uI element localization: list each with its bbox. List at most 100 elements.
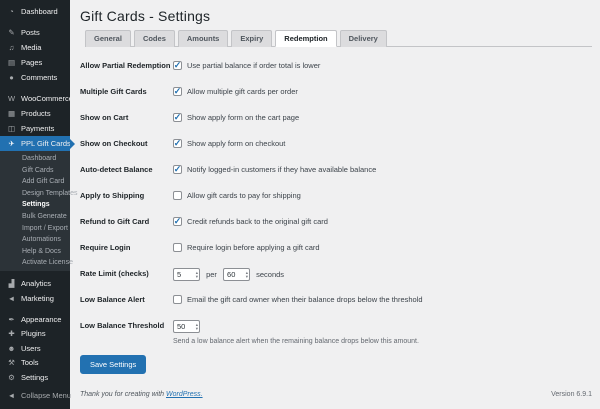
checkbox[interactable]: ✓ xyxy=(173,165,182,174)
tab-redemption[interactable]: Redemption xyxy=(275,30,336,47)
checkbox-label: Notify logged-in customers if they have … xyxy=(187,164,376,175)
tab-codes[interactable]: Codes xyxy=(134,30,175,47)
save-settings-button[interactable]: Save Settings xyxy=(80,355,146,374)
spinner-down-icon: ▾ xyxy=(196,275,198,279)
setting-label: Allow Partial Redemption xyxy=(80,60,173,71)
checkbox-label: Show apply form on checkout xyxy=(187,138,285,149)
sidebar-item-payments[interactable]: ◫ Payments xyxy=(0,121,70,136)
sidebar-item-pages[interactable]: ▤ Pages xyxy=(0,55,70,70)
setting-row-refund-to-gift-card: Refund to Gift Card ✓ Credit refunds bac… xyxy=(80,216,592,242)
tab-expiry[interactable]: Expiry xyxy=(231,30,272,47)
checkbox[interactable]: ✓ xyxy=(173,87,182,96)
checkmark-icon: ✓ xyxy=(174,61,182,69)
checkmark-icon: ✓ xyxy=(174,139,182,147)
sidebar-item-appearance[interactable]: ✒ Appearance xyxy=(0,312,70,327)
number-spinner[interactable]: ▴ ▾ xyxy=(196,271,198,278)
sidebar-item-posts[interactable]: ✎ Posts xyxy=(0,25,70,40)
checkbox[interactable]: ✓ xyxy=(173,139,182,148)
setting-row-rate-limit: Rate Limit (checks) 5 ▴ ▾ per 60 ▴ ▾ xyxy=(80,268,592,294)
submenu-item-help-docs[interactable]: Help & Docs xyxy=(0,246,70,258)
submenu-item-activate-license[interactable]: Activate License xyxy=(0,257,70,269)
low-balance-threshold-input[interactable]: 50 ▴ ▾ xyxy=(173,320,200,333)
submenu-item-automations[interactable]: Automations xyxy=(0,234,70,246)
rate-limit-seconds-input[interactable]: 60 ▴ ▾ xyxy=(223,268,250,281)
setting-label: Rate Limit (checks) xyxy=(80,268,173,279)
sidebar-item-dashboard[interactable]: ◔ Dashboard xyxy=(0,4,70,19)
setting-row-low-balance-threshold: Low Balance Threshold 50 ▴ ▾ Send a low … xyxy=(80,320,592,346)
checkbox[interactable]: ✓ xyxy=(173,61,182,70)
sidebar-item-label: Plugins xyxy=(21,329,46,338)
apply-to-shipping-checkbox-field[interactable]: Allow gift cards to pay for shipping xyxy=(173,190,592,201)
input-value: 50 xyxy=(177,322,185,331)
number-spinner[interactable]: ▴ ▾ xyxy=(196,323,198,330)
collapse-menu-button[interactable]: ◄ Collapse Menu xyxy=(0,388,70,403)
tab-amounts[interactable]: Amounts xyxy=(178,30,229,47)
setting-row-low-balance-alert: Low Balance Alert Email the gift card ow… xyxy=(80,294,592,320)
submenu-item-dashboard[interactable]: Dashboard xyxy=(0,153,70,165)
sidebar-item-marketing[interactable]: ◄ Marketing xyxy=(0,291,70,306)
products-icon: ▦ xyxy=(7,109,16,118)
sidebar-item-label: PPL Gift Cards xyxy=(21,139,71,148)
show-on-checkout-checkbox-field[interactable]: ✓ Show apply form on checkout xyxy=(173,138,592,149)
sidebar-item-users[interactable]: ☻ Users xyxy=(0,341,70,356)
setting-row-require-login: Require Login Require login before apply… xyxy=(80,242,592,268)
checkbox[interactable] xyxy=(173,295,182,304)
tab-delivery[interactable]: Delivery xyxy=(340,30,387,47)
multiple-gift-cards-checkbox-field[interactable]: ✓ Allow multiple gift cards per order xyxy=(173,86,592,97)
checkbox[interactable] xyxy=(173,243,182,252)
require-login-checkbox-field[interactable]: Require login before applying a gift car… xyxy=(173,242,592,253)
input-value: 60 xyxy=(227,270,235,279)
sidebar-item-plugins[interactable]: ✚ Plugins xyxy=(0,326,70,341)
show-on-cart-checkbox-field[interactable]: ✓ Show apply form on the cart page xyxy=(173,112,592,123)
number-spinner[interactable]: ▴ ▾ xyxy=(246,271,248,278)
sidebar-item-label: Appearance xyxy=(21,315,61,324)
sidebar-item-ppl-gift-cards[interactable]: ✈ PPL Gift Cards xyxy=(0,136,70,151)
settings-tabbar: General Codes Amounts Expiry Redemption … xyxy=(85,29,592,47)
gift-cards-icon: ✈ xyxy=(7,139,16,148)
checkbox-label: Require login before applying a gift car… xyxy=(187,242,320,253)
checkbox-label: Show apply form on the cart page xyxy=(187,112,299,123)
sidebar-item-media[interactable]: ♫ Media xyxy=(0,40,70,55)
checkbox-label: Allow multiple gift cards per order xyxy=(187,86,298,97)
setting-row-apply-to-shipping: Apply to Shipping Allow gift cards to pa… xyxy=(80,190,592,216)
payments-icon: ◫ xyxy=(7,124,16,133)
rate-limit-separator-text: per xyxy=(206,270,217,279)
spinner-down-icon: ▾ xyxy=(246,275,248,279)
sidebar-item-settings[interactable]: ⚙ Settings xyxy=(0,370,70,385)
sidebar-item-label: Pages xyxy=(21,58,42,67)
checkbox-label: Use partial balance if order total is lo… xyxy=(187,60,320,71)
wordpress-link[interactable]: WordPress. xyxy=(166,391,203,398)
submenu-item-add-gift-card[interactable]: Add Gift Card xyxy=(0,176,70,188)
submenu-item-bulk-generate[interactable]: Bulk Generate xyxy=(0,211,70,223)
setting-row-allow-partial-redemption: Allow Partial Redemption ✓ Use partial b… xyxy=(80,60,592,86)
sidebar-item-analytics[interactable]: ▟ Analytics xyxy=(0,276,70,291)
auto-detect-balance-checkbox-field[interactable]: ✓ Notify logged-in customers if they hav… xyxy=(173,164,592,175)
sidebar-item-comments[interactable]: ● Comments xyxy=(0,70,70,85)
threshold-description: Send a low balance alert when the remain… xyxy=(173,338,592,345)
sidebar-item-products[interactable]: ▦ Products xyxy=(0,106,70,121)
users-icon: ☻ xyxy=(7,344,16,353)
sidebar-item-label: Users xyxy=(21,344,41,353)
setting-row-show-on-cart: Show on Cart ✓ Show apply form on the ca… xyxy=(80,112,592,138)
checkmark-icon: ✓ xyxy=(174,113,182,121)
allow-partial-redemption-checkbox-field[interactable]: ✓ Use partial balance if order total is … xyxy=(173,60,592,71)
checkbox[interactable] xyxy=(173,191,182,200)
low-balance-alert-checkbox-field[interactable]: Email the gift card owner when their bal… xyxy=(173,294,592,305)
tab-general[interactable]: General xyxy=(85,30,131,47)
submenu-item-gift-cards[interactable]: Gift Cards xyxy=(0,165,70,177)
submenu-item-import-export[interactable]: Import / Export xyxy=(0,223,70,235)
sidebar-item-label: Media xyxy=(21,43,41,52)
setting-row-show-on-checkout: Show on Checkout ✓ Show apply form on ch… xyxy=(80,138,592,164)
comments-icon: ● xyxy=(7,73,16,82)
submenu-item-design-templates[interactable]: Design Templates xyxy=(0,188,70,200)
submenu-item-settings[interactable]: Settings xyxy=(0,199,70,211)
checkbox[interactable]: ✓ xyxy=(173,217,182,226)
setting-label: Show on Checkout xyxy=(80,138,173,149)
refund-to-gift-card-checkbox-field[interactable]: ✓ Credit refunds back to the original gi… xyxy=(173,216,592,227)
rate-limit-count-input[interactable]: 5 ▴ ▾ xyxy=(173,268,200,281)
sidebar-item-tools[interactable]: ⚒ Tools xyxy=(0,355,70,370)
checkbox[interactable]: ✓ xyxy=(173,113,182,122)
setting-label: Low Balance Alert xyxy=(80,294,173,305)
marketing-icon: ◄ xyxy=(7,294,16,303)
sidebar-item-woocommerce[interactable]: W WooCommerce xyxy=(0,91,70,106)
